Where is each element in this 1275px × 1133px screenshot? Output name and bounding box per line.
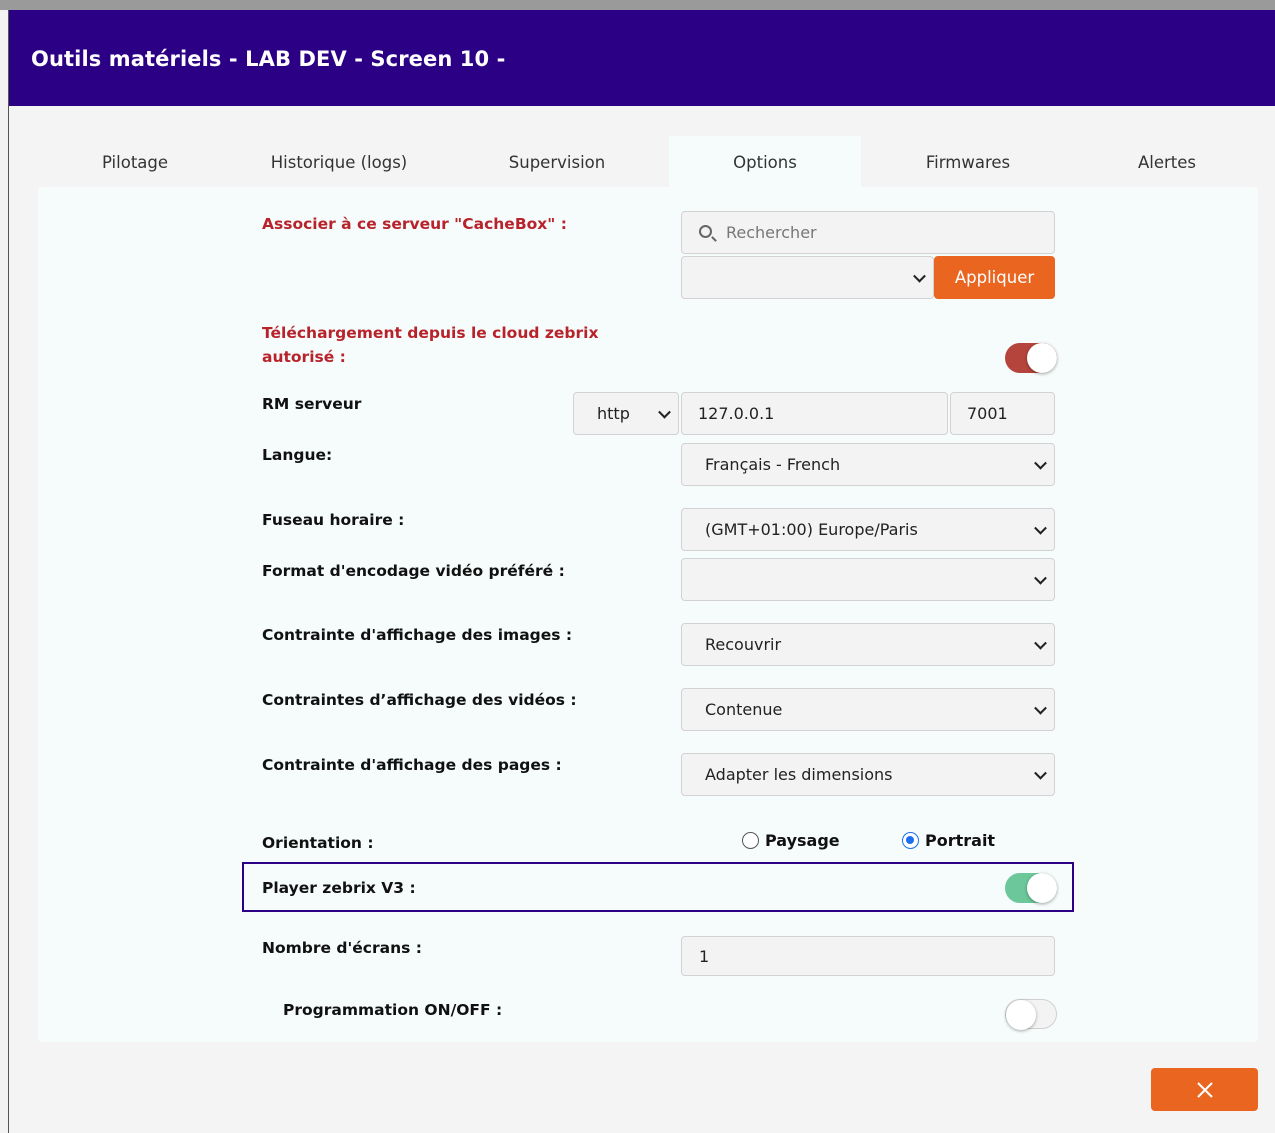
apply-button[interactable]: Appliquer — [934, 256, 1055, 299]
toggle-knob — [1027, 873, 1057, 903]
tab-firmwares[interactable]: Firmwares — [897, 136, 1039, 188]
schedule-label: Programmation ON/OFF : — [283, 1001, 503, 1019]
chevron-down-icon — [1034, 636, 1047, 650]
radio-portrait[interactable] — [902, 832, 919, 849]
chevron-down-icon — [1034, 521, 1047, 535]
video-constraint-label: Contraintes d’affichage des vidéos : — [262, 691, 577, 709]
tab-options[interactable]: Options — [669, 136, 861, 188]
video-encoding-label: Format d'encodage vidéo préféré : — [262, 562, 565, 580]
page-constraint-label: Contrainte d'affichage des pages : — [262, 756, 562, 774]
schedule-toggle[interactable] — [1005, 999, 1057, 1030]
cloud-download-label-line1: Téléchargement depuis le cloud zebrix — [262, 324, 599, 342]
player-v3-toggle[interactable] — [1005, 873, 1057, 903]
chevron-down-icon — [1034, 456, 1047, 470]
close-button[interactable] — [1151, 1068, 1258, 1111]
screen-count-label: Nombre d'écrans : — [262, 939, 422, 957]
orientation-landscape-option[interactable]: Paysage — [742, 831, 840, 850]
tab-supervision[interactable]: Supervision — [477, 136, 637, 188]
player-v3-label: Player zebrix V3 : — [262, 879, 416, 897]
rm-port-input[interactable]: 7001 — [950, 392, 1055, 435]
language-label: Langue: — [262, 446, 333, 464]
screen-count-input[interactable]: 1 — [681, 936, 1055, 976]
language-select[interactable]: Français - French — [681, 443, 1055, 486]
tab-bar: Pilotage Historique (logs) Supervision O… — [9, 136, 1275, 188]
toggle-knob — [1027, 343, 1057, 373]
modal-title: Outils matériels - LAB DEV - Screen 10 - — [31, 47, 506, 71]
chevron-down-icon — [1034, 701, 1047, 715]
toggle-knob — [1006, 1000, 1036, 1030]
cloud-download-label-line2: autorisé : — [262, 348, 346, 366]
close-icon — [1196, 1081, 1213, 1098]
chevron-down-icon — [1034, 766, 1047, 780]
cloud-download-toggle[interactable] — [1005, 343, 1057, 373]
rm-server-label: RM serveur — [262, 395, 362, 413]
cachebox-select[interactable] — [681, 256, 934, 299]
hardware-tools-modal: Outils matériels - LAB DEV - Screen 10 -… — [8, 10, 1275, 1133]
cachebox-search-input[interactable]: Rechercher — [681, 211, 1055, 254]
modal-header: Outils matériels - LAB DEV - Screen 10 - — [9, 10, 1275, 106]
search-icon — [699, 225, 712, 238]
chevron-down-icon — [913, 269, 926, 283]
tab-pilotage[interactable]: Pilotage — [65, 136, 205, 188]
orientation-label: Orientation : — [262, 834, 374, 852]
chevron-down-icon — [1034, 571, 1047, 585]
page-constraint-select[interactable]: Adapter les dimensions — [681, 753, 1055, 796]
cachebox-label: Associer à ce serveur "CacheBox" : — [262, 215, 567, 233]
timezone-select[interactable]: (GMT+01:00) Europe/Paris — [681, 508, 1055, 551]
orientation-portrait-option[interactable]: Portrait — [902, 831, 995, 850]
video-encoding-select[interactable] — [681, 558, 1055, 601]
image-constraint-label: Contrainte d'affichage des images : — [262, 626, 573, 644]
options-panel — [38, 187, 1258, 1042]
video-constraint-select[interactable]: Contenue — [681, 688, 1055, 731]
radio-landscape[interactable] — [742, 832, 759, 849]
window-top-strip — [0, 0, 1275, 10]
rm-protocol-select[interactable]: http — [573, 392, 679, 435]
tab-historique[interactable]: Historique (logs) — [249, 136, 429, 188]
chevron-down-icon — [658, 405, 671, 419]
timezone-label: Fuseau horaire : — [262, 511, 405, 529]
image-constraint-select[interactable]: Recouvrir — [681, 623, 1055, 666]
rm-host-input[interactable]: 127.0.0.1 — [681, 392, 948, 435]
tab-alertes[interactable]: Alertes — [1097, 136, 1237, 188]
